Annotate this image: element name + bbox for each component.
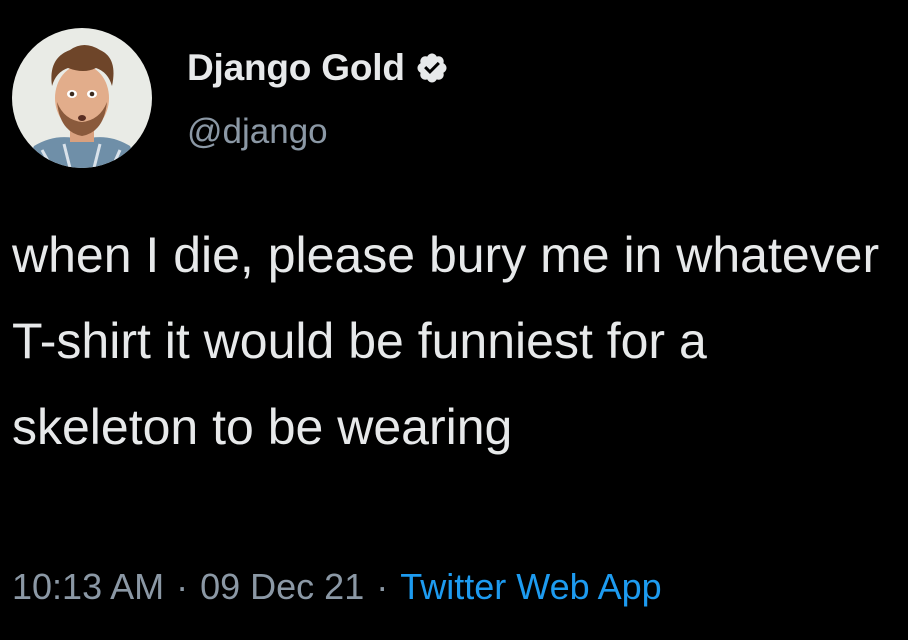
meta-separator: ·: [376, 566, 389, 607]
tweet-meta: 10:13 AM · 09 Dec 21 · Twitter Web App: [12, 562, 662, 612]
tweet-source-link[interactable]: Twitter Web App: [400, 566, 661, 608]
user-handle[interactable]: @django: [187, 112, 328, 152]
avatar-image: [12, 28, 152, 168]
name-row: Django Gold: [187, 42, 449, 94]
display-name[interactable]: Django Gold: [187, 47, 405, 89]
tweet-card: Django Gold @django when I die, please b…: [0, 0, 908, 640]
meta-separator: ·: [176, 566, 189, 607]
profile-avatar[interactable]: [12, 28, 152, 168]
tweet-time[interactable]: 10:13 AM: [12, 566, 164, 608]
tweet-text: when I die, please bury me in whatever T…: [12, 227, 880, 455]
verified-badge-icon: [415, 51, 449, 85]
tweet-date[interactable]: 09 Dec 21: [200, 566, 364, 608]
